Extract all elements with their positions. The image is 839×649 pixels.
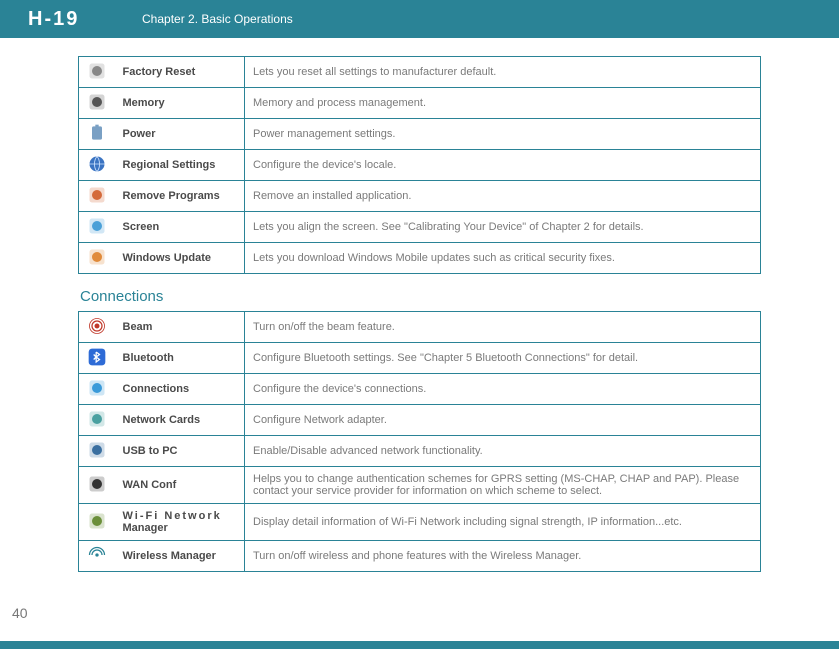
row-icon-cell — [79, 467, 115, 504]
table-row: Wi-Fi NetworkManagerDisplay detail infor… — [79, 504, 761, 541]
row-icon-cell — [79, 312, 115, 343]
bluetooth-icon — [86, 347, 108, 369]
row-description: Lets you download Windows Mobile updates… — [245, 243, 761, 274]
row-description: Helps you to change authentication schem… — [245, 467, 761, 504]
wan-conf-icon — [86, 474, 108, 496]
wifi-manager-icon — [86, 511, 108, 533]
row-description: Memory and process management. — [245, 88, 761, 119]
row-description: Display detail information of Wi-Fi Netw… — [245, 504, 761, 541]
row-icon-cell — [79, 436, 115, 467]
row-name: Power — [115, 119, 245, 150]
row-description: Configure the device's connections. — [245, 374, 761, 405]
row-icon-cell — [79, 150, 115, 181]
row-icon-cell — [79, 181, 115, 212]
row-name: Regional Settings — [115, 150, 245, 181]
row-name-line2: Manager — [123, 522, 168, 534]
row-icon-cell — [79, 541, 115, 572]
row-name: Bluetooth — [115, 343, 245, 374]
row-description: Configure the device's locale. — [245, 150, 761, 181]
wireless-manager-icon — [86, 545, 108, 567]
row-icon-cell — [79, 504, 115, 541]
row-icon-cell — [79, 374, 115, 405]
logo: H-19 — [0, 8, 130, 31]
table-row: ScreenLets you align the screen. See "Ca… — [79, 212, 761, 243]
page-content: Factory ResetLets you reset all settings… — [0, 38, 839, 572]
row-name: Connections — [115, 374, 245, 405]
row-description: Lets you align the screen. See "Calibrat… — [245, 212, 761, 243]
table-row: Wireless ManagerTurn on/off wireless and… — [79, 541, 761, 572]
connections-settings-table: BeamTurn on/off the beam feature.Bluetoo… — [78, 311, 761, 572]
table-row: PowerPower management settings. — [79, 119, 761, 150]
header-bar: H-19 Chapter 2. Basic Operations — [0, 0, 839, 38]
row-name: Windows Update — [115, 243, 245, 274]
row-name: Factory Reset — [115, 57, 245, 88]
row-name: Beam — [115, 312, 245, 343]
row-name: Wi-Fi NetworkManager — [115, 504, 245, 541]
row-description: Configure Bluetooth settings. See "Chapt… — [245, 343, 761, 374]
windows-update-icon — [86, 247, 108, 269]
row-icon-cell — [79, 405, 115, 436]
remove-programs-icon — [86, 185, 108, 207]
table-row: Regional SettingsConfigure the device's … — [79, 150, 761, 181]
row-description: Configure Network adapter. — [245, 405, 761, 436]
table-row: Network CardsConfigure Network adapter. — [79, 405, 761, 436]
table-row: WAN ConfHelps you to change authenticati… — [79, 467, 761, 504]
row-description: Turn on/off wireless and phone features … — [245, 541, 761, 572]
row-icon-cell — [79, 88, 115, 119]
row-icon-cell — [79, 243, 115, 274]
row-description: Lets you reset all settings to manufactu… — [245, 57, 761, 88]
table-row: ConnectionsConfigure the device's connec… — [79, 374, 761, 405]
row-icon-cell — [79, 119, 115, 150]
row-name: Remove Programs — [115, 181, 245, 212]
row-name: Memory — [115, 88, 245, 119]
row-description: Remove an installed application. — [245, 181, 761, 212]
system-settings-table: Factory ResetLets you reset all settings… — [78, 56, 761, 274]
row-name: Network Cards — [115, 405, 245, 436]
table-row: MemoryMemory and process management. — [79, 88, 761, 119]
chapter-title: Chapter 2. Basic Operations — [130, 12, 293, 26]
row-description: Enable/Disable advanced network function… — [245, 436, 761, 467]
table-row: Factory ResetLets you reset all settings… — [79, 57, 761, 88]
screen-icon — [86, 216, 108, 238]
network-cards-icon — [86, 409, 108, 431]
table-row: BeamTurn on/off the beam feature. — [79, 312, 761, 343]
connections-heading: Connections — [80, 288, 761, 305]
row-name: WAN Conf — [115, 467, 245, 504]
row-description: Turn on/off the beam feature. — [245, 312, 761, 343]
connections-icon — [86, 378, 108, 400]
row-description: Power management settings. — [245, 119, 761, 150]
row-name: Wireless Manager — [115, 541, 245, 572]
table-row: Remove ProgramsRemove an installed appli… — [79, 181, 761, 212]
table-row: Windows UpdateLets you download Windows … — [79, 243, 761, 274]
factory-reset-icon — [86, 61, 108, 83]
power-icon — [86, 123, 108, 145]
row-icon-cell — [79, 343, 115, 374]
memory-icon — [86, 92, 108, 114]
regional-icon — [86, 154, 108, 176]
row-icon-cell — [79, 212, 115, 243]
row-name-line1: Wi-Fi Network — [123, 510, 222, 522]
table-row: BluetoothConfigure Bluetooth settings. S… — [79, 343, 761, 374]
row-name: USB to PC — [115, 436, 245, 467]
table-row: USB to PCEnable/Disable advanced network… — [79, 436, 761, 467]
usb-to-pc-icon — [86, 440, 108, 462]
page-number: 40 — [12, 605, 28, 621]
row-name: Screen — [115, 212, 245, 243]
beam-icon — [86, 316, 108, 338]
footer-bar — [0, 641, 839, 649]
row-icon-cell — [79, 57, 115, 88]
